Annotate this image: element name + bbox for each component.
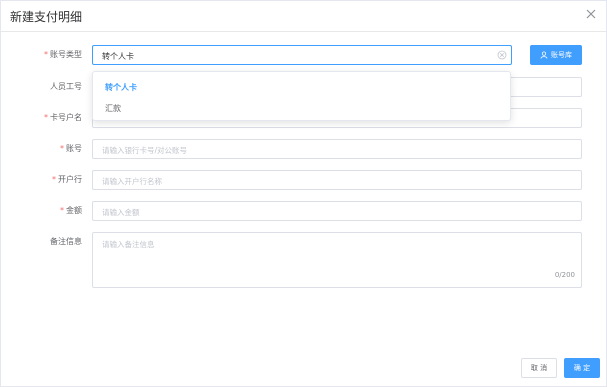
- required-mark: *: [60, 144, 64, 153]
- account-type-dropdown: 转个人卡 汇款: [92, 71, 511, 121]
- bank-row: * 开户行 请输入开户行名称: [1, 170, 606, 192]
- close-icon[interactable]: [584, 7, 598, 21]
- remarks-textarea[interactable]: 请输入备注信息 0/200: [92, 232, 582, 288]
- account-type-select[interactable]: 转个人卡: [92, 45, 512, 65]
- dialog-header: 新建支付明细: [1, 1, 606, 32]
- amount-row: * 金额 请输入金额: [1, 201, 606, 223]
- char-counter: 0/200: [554, 271, 575, 279]
- dialog-title: 新建支付明细: [10, 10, 83, 24]
- dropdown-option-remittance[interactable]: 汇款: [93, 97, 510, 119]
- amount-label: * 金额: [60, 206, 82, 215]
- account-type-row: * 账号类型 转个人卡 账号库: [1, 45, 606, 67]
- required-mark: *: [44, 50, 48, 59]
- account-library-button[interactable]: 账号库: [530, 45, 582, 65]
- account-label: * 账号: [60, 144, 82, 153]
- employee-id-label: 人员工号: [50, 82, 82, 91]
- cancel-button[interactable]: 取 消: [521, 358, 557, 378]
- account-type-label: * 账号类型: [44, 50, 82, 59]
- required-mark: *: [52, 175, 56, 184]
- confirm-button[interactable]: 确 定: [564, 358, 600, 378]
- required-mark: *: [44, 113, 48, 122]
- account-input[interactable]: 请输入银行卡号/对公账号: [92, 139, 582, 159]
- payment-detail-dialog: 新建支付明细 * 账号类型 转个人卡 账号库 人员工号 * 卡号户名 * 账号 请输入…: [0, 0, 607, 387]
- clear-icon[interactable]: [497, 50, 507, 60]
- amount-input[interactable]: 请输入金额: [92, 201, 582, 221]
- user-icon: [540, 51, 548, 59]
- required-mark: *: [60, 206, 64, 215]
- card-holder-label: * 卡号户名: [44, 113, 82, 122]
- bank-label: * 开户行: [52, 175, 82, 184]
- remarks-label: 备注信息: [50, 237, 82, 246]
- account-row: * 账号 请输入银行卡号/对公账号: [1, 139, 606, 161]
- dropdown-option-personal-card[interactable]: 转个人卡: [93, 76, 510, 98]
- bank-input[interactable]: 请输入开户行名称: [92, 170, 582, 190]
